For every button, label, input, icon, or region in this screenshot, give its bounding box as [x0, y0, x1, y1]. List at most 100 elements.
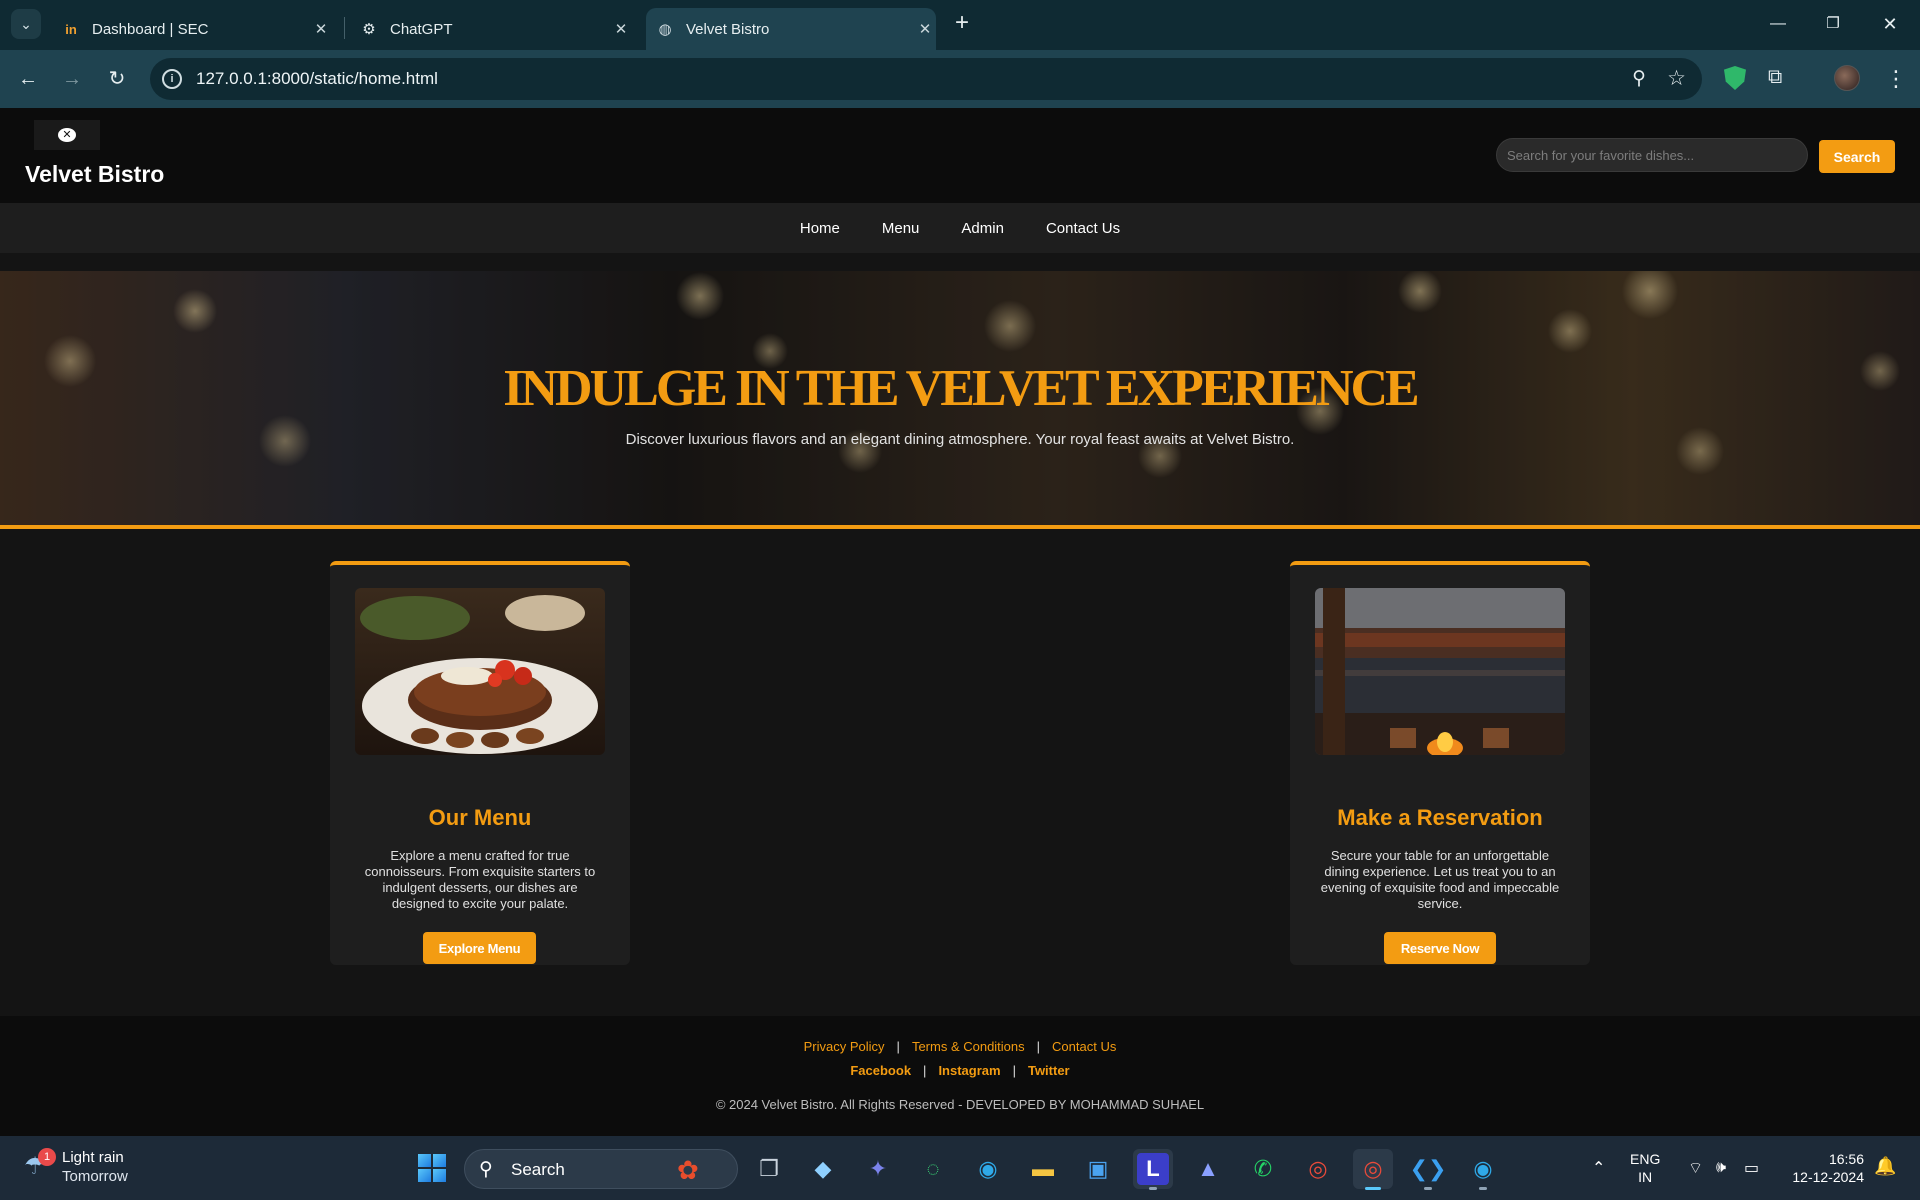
footer-contact-link[interactable]: Contact Us — [1052, 1039, 1116, 1054]
weather-widget[interactable]: ☂ 1 Light rain Tomorrow — [24, 1148, 128, 1186]
battery-icon[interactable]: ▭ — [1744, 1136, 1759, 1200]
hero-divider — [0, 525, 1920, 529]
start-windows-icon[interactable] — [418, 1154, 446, 1182]
clock-time: 16:56 — [1828, 1151, 1864, 1167]
minimize-icon[interactable]: — — [1758, 10, 1798, 38]
region-code: IN — [1638, 1169, 1653, 1185]
lake-campfire-image — [1315, 588, 1565, 755]
arc-app-icon[interactable]: ▲ — [1188, 1149, 1228, 1189]
close-window-icon[interactable]: ✕ — [1870, 10, 1910, 38]
close-tab-icon[interactable]: ✕ — [914, 20, 936, 38]
task-view-icon[interactable]: ❐ — [749, 1149, 789, 1189]
new-tab-button[interactable]: + — [950, 11, 974, 36]
dish-search-input[interactable] — [1496, 138, 1808, 172]
card-description: Explore a menu crafted for true connoiss… — [364, 848, 596, 911]
nav-home[interactable]: Home — [800, 220, 840, 237]
instagram-link[interactable]: Instagram — [938, 1063, 1000, 1078]
volume-icon[interactable]: 🕪 — [1716, 1136, 1726, 1200]
hero-banner: INDULGE IN THE VELVET EXPERIENCE Discove… — [0, 271, 1920, 527]
weather-subtitle: Tomorrow — [62, 1168, 128, 1185]
site-info-icon[interactable]: i — [162, 69, 182, 89]
nav-admin[interactable]: Admin — [961, 220, 1004, 237]
tab-separator — [344, 17, 345, 39]
card-description: Secure your table for an unforgettable d… — [1320, 848, 1560, 911]
main-nav: Home Menu Admin Contact Us — [0, 203, 1920, 253]
logo-icon: ✕ — [58, 128, 76, 142]
chrome-icon[interactable]: ◎ — [1298, 1149, 1338, 1189]
globe-favicon-icon: ◍ — [658, 21, 672, 38]
separator: | — [923, 1063, 927, 1078]
weather-title: Light rain — [62, 1149, 124, 1166]
tab-dashboard-sec[interactable]: in Dashboard | SEC ✕ — [52, 8, 332, 50]
microsoft-store-icon[interactable]: ▣ — [1078, 1149, 1118, 1189]
explore-menu-button[interactable]: Explore Menu — [423, 932, 536, 964]
menu-card: Our Menu Explore a menu crafted for true… — [330, 561, 630, 965]
tab-title: ChatGPT — [390, 20, 453, 38]
tab-title: Dashboard | SEC — [92, 20, 209, 38]
browser-menu-icon[interactable]: ⋮ — [1885, 66, 1907, 92]
teams-icon[interactable]: ✦ — [858, 1149, 898, 1189]
nav-contact-us[interactable]: Contact Us — [1046, 220, 1120, 237]
web-page: ✕ Velvet Bistro Search Home Menu Admin C… — [0, 108, 1920, 1136]
separator: | — [1036, 1039, 1041, 1054]
facebook-link[interactable]: Facebook — [850, 1063, 911, 1078]
search-icon: ⚲ — [479, 1159, 493, 1180]
profile-avatar[interactable] — [1834, 65, 1860, 91]
nav-menu[interactable]: Menu — [882, 220, 920, 237]
separator: | — [1012, 1063, 1016, 1078]
reservation-card: Make a Reservation Secure your table for… — [1290, 561, 1590, 965]
vscode-icon[interactable]: ❮❯ — [1408, 1149, 1448, 1190]
reserve-now-button[interactable]: Reserve Now — [1384, 932, 1496, 964]
tab-title: Velvet Bistro — [686, 20, 770, 38]
notification-badge: 1 — [38, 1148, 56, 1166]
show-hidden-icons-chevron-icon[interactable]: ⌃ — [1592, 1136, 1605, 1200]
card-title: Make a Reservation — [1337, 805, 1543, 830]
site-header: ✕ Velvet Bistro Search — [0, 108, 1920, 203]
chatgpt-favicon-icon: ⚙ — [362, 21, 376, 38]
separator: | — [896, 1039, 900, 1054]
tab-chatgpt[interactable]: ⚙ ChatGPT ✕ — [350, 8, 632, 50]
language-indicator[interactable]: ENG IN — [1630, 1150, 1660, 1186]
bookmark-star-icon[interactable]: ☆ — [1667, 66, 1686, 91]
copilot-icon[interactable]: ◆ — [803, 1149, 843, 1189]
address-bar[interactable]: i 127.0.0.1:8000/static/home.html ⚲ ☆ — [150, 58, 1702, 100]
edge-icon[interactable]: ◉ — [968, 1149, 1008, 1189]
notification-bell-icon[interactable]: 🔔 — [1874, 1156, 1896, 1177]
copyright-text: © 2024 Velvet Bistro. All Rights Reserve… — [715, 1097, 1205, 1112]
forward-icon[interactable]: → — [58, 65, 86, 93]
system-clock[interactable]: 16:56 12-12-2024 — [1784, 1150, 1864, 1186]
steak-image — [355, 588, 605, 755]
chrome-active-icon[interactable]: ◎ — [1353, 1149, 1393, 1190]
restore-icon[interactable]: ❐ — [1813, 10, 1853, 38]
browser-toolbar: ← → ↻ i 127.0.0.1:8000/static/home.html … — [0, 50, 1920, 108]
taskbar-search[interactable]: ⚲ Search ✿ — [464, 1149, 738, 1189]
whatsapp-icon[interactable]: ✆ — [1243, 1149, 1283, 1189]
close-tab-icon[interactable]: ✕ — [310, 20, 332, 38]
tab-velvet-bistro[interactable]: ◍ Velvet Bistro ✕ — [646, 8, 936, 50]
loading-app-icon[interactable]: ◌ — [913, 1149, 953, 1189]
sec-favicon-icon: in — [65, 21, 77, 37]
footer-social-links: Facebook | Instagram | Twitter — [0, 1063, 1920, 1078]
close-tab-icon[interactable]: ✕ — [610, 20, 632, 38]
url-text[interactable]: 127.0.0.1:8000/static/home.html — [196, 69, 438, 89]
extensions-puzzle-icon[interactable]: ⧉ — [1768, 66, 1782, 89]
browser-tab-strip: ⌄ in Dashboard | SEC ✕ ⚙ ChatGPT ✕ ◍ Vel… — [0, 0, 1920, 50]
edge-dev-icon[interactable]: ◉ — [1463, 1149, 1503, 1190]
privacy-policy-link[interactable]: Privacy Policy — [804, 1039, 885, 1054]
site-logo[interactable]: ✕ — [34, 120, 100, 150]
site-footer: Privacy Policy | Terms & Conditions | Contac… — [0, 1016, 1920, 1136]
back-icon[interactable]: ← — [14, 65, 42, 93]
launcher-l-icon[interactable]: L — [1133, 1149, 1173, 1190]
hero-subtitle: Discover luxurious flavors and an elegan… — [625, 431, 1295, 448]
terms-link[interactable]: Terms & Conditions — [912, 1039, 1025, 1054]
zoom-icon[interactable]: ⚲ — [1632, 67, 1646, 90]
twitter-link[interactable]: Twitter — [1028, 1063, 1070, 1078]
reload-icon[interactable]: ↻ — [103, 65, 131, 93]
search-button[interactable]: Search — [1819, 140, 1895, 173]
footer-links: Privacy Policy | Terms & Conditions | Contac… — [0, 1039, 1920, 1054]
hero-title: INDULGE IN THE VELVET EXPERIENCE — [503, 360, 1420, 417]
tab-search-button[interactable]: ⌄ — [11, 9, 41, 39]
brand-name: Velvet Bistro — [25, 161, 165, 187]
wifi-icon[interactable]: ⌔ — [1688, 1136, 1703, 1200]
file-explorer-icon[interactable]: ▬ — [1023, 1149, 1063, 1189]
